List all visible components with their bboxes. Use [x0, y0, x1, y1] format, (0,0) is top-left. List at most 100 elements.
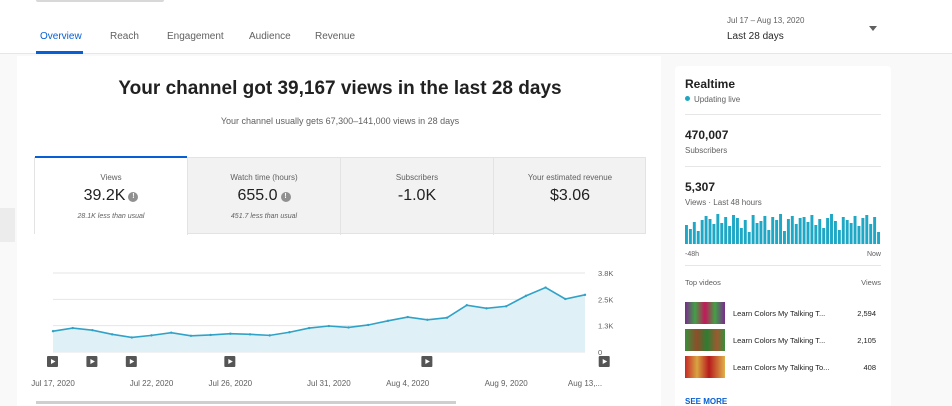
video-thumbnail[interactable] [685, 329, 725, 351]
data-point [91, 328, 94, 332]
x-tick-label: Jul 17, 2020 [31, 379, 75, 388]
axis-end-label: Now [866, 251, 881, 258]
realtime-bar[interactable] [783, 231, 786, 244]
realtime-bar[interactable] [873, 217, 877, 244]
see-more-link[interactable]: SEE MORE [685, 397, 727, 406]
x-tick-label: Aug 13,... [568, 379, 602, 388]
data-point [189, 334, 193, 337]
realtime-bar[interactable] [696, 231, 700, 244]
realtime-bar[interactable] [798, 218, 802, 244]
data-point [170, 331, 173, 334]
top-videos-label: Top videos [685, 278, 721, 287]
data-point [445, 316, 449, 319]
realtime-bar[interactable] [771, 217, 775, 244]
realtime-bar[interactable] [853, 216, 857, 244]
views-chart[interactable]: 3.8K 2.5K 1.3K 0 Jul 17, 2020 Jul 22, 2020 Jul… [0, 0, 640, 406]
top-video-row[interactable]: Learn Colors My Talking To... 408 [685, 356, 881, 378]
realtime-bar[interactable] [841, 217, 845, 244]
realtime-bar[interactable] [708, 219, 712, 244]
realtime-bar[interactable] [716, 214, 720, 244]
x-tick-label: Jul 22, 2020 [130, 379, 174, 388]
data-point [386, 319, 390, 323]
realtime-card: Realtime Updating live 470,007 Subscribe… [675, 66, 891, 406]
realtime-bar[interactable] [700, 220, 704, 244]
realtime-bar[interactable] [775, 220, 779, 244]
realtime-bar[interactable] [845, 220, 849, 244]
top-video-row[interactable]: Learn Colors My Talking T... 2,105 [685, 329, 881, 351]
realtime-bar[interactable] [826, 218, 830, 244]
realtime-bar[interactable] [818, 219, 822, 244]
realtime-bar[interactable] [743, 220, 747, 244]
realtime-bar[interactable] [837, 230, 841, 244]
realtime-bar[interactable] [814, 225, 818, 244]
data-point [406, 315, 409, 319]
live-dot-icon [685, 96, 690, 101]
realtime-bar[interactable] [830, 214, 833, 244]
data-point [583, 293, 587, 297]
video-thumbnail[interactable] [685, 302, 725, 324]
realtime-bar[interactable] [724, 217, 728, 244]
realtime-bar[interactable] [692, 222, 696, 244]
realtime-bar[interactable] [790, 216, 794, 244]
realtime-bar[interactable] [688, 229, 692, 244]
realtime-bar[interactable] [786, 219, 790, 244]
data-point [465, 304, 468, 307]
data-point [110, 333, 114, 336]
realtime-bar[interactable] [735, 218, 739, 244]
realtime-bar[interactable] [857, 226, 861, 244]
realtime-bar[interactable] [732, 215, 735, 244]
realtime-bar[interactable] [704, 216, 708, 244]
realtime-bar[interactable] [865, 215, 869, 244]
video-thumbnail[interactable] [685, 356, 725, 378]
realtime-bar[interactable] [794, 224, 798, 244]
x-tick-label: Jul 26, 2020 [209, 379, 253, 388]
realtime-bar[interactable] [728, 226, 732, 244]
data-point [229, 332, 232, 335]
subscriber-count: 470,007 [685, 128, 729, 142]
realtime-views-count: 5,307 [685, 180, 716, 194]
video-title[interactable]: Learn Colors My Talking To... [733, 363, 829, 372]
realtime-bar[interactable] [833, 221, 837, 244]
divider [685, 265, 881, 266]
data-point [504, 305, 508, 308]
chevron-down-icon[interactable] [869, 26, 877, 31]
realtime-bar[interactable] [739, 228, 743, 244]
realtime-bar[interactable] [767, 230, 771, 244]
realtime-bar[interactable] [877, 232, 881, 244]
realtime-bar[interactable] [849, 223, 853, 244]
realtime-bar-chart[interactable] [685, 214, 881, 244]
realtime-bar[interactable] [779, 214, 783, 244]
top-video-row[interactable]: Learn Colors My Talking T... 2,594 [685, 302, 881, 324]
realtime-bar[interactable] [810, 215, 814, 244]
realtime-bar[interactable] [755, 223, 759, 244]
realtime-bar[interactable] [712, 224, 716, 244]
data-point [347, 326, 350, 329]
data-point [209, 333, 212, 337]
data-point [367, 323, 370, 327]
realtime-bar[interactable] [759, 221, 763, 244]
data-point [71, 326, 74, 330]
realtime-bar[interactable] [822, 228, 826, 244]
video-views: 408 [863, 363, 876, 372]
video-title[interactable]: Learn Colors My Talking T... [733, 336, 825, 345]
date-picker-label[interactable]: Last 28 days [727, 31, 784, 42]
date-range-text[interactable]: Jul 17 – Aug 13, 2020 [727, 16, 804, 25]
video-title[interactable]: Learn Colors My Talking T... [733, 309, 825, 318]
realtime-bar[interactable] [685, 225, 688, 244]
realtime-bar[interactable] [802, 217, 806, 244]
data-point [524, 294, 528, 298]
subscriber-label: Subscribers [685, 146, 728, 155]
data-point [426, 318, 429, 321]
x-tick-label: Jul 31, 2020 [307, 379, 351, 388]
realtime-bar[interactable] [720, 223, 724, 244]
realtime-bar[interactable] [747, 232, 751, 244]
realtime-bar[interactable] [751, 215, 755, 244]
realtime-bar[interactable] [861, 218, 865, 244]
data-point [544, 286, 547, 289]
data-point [327, 324, 331, 328]
realtime-bar[interactable] [763, 216, 767, 244]
realtime-bar[interactable] [869, 224, 873, 244]
cut-off-content [36, 401, 456, 404]
realtime-bar[interactable] [806, 222, 810, 244]
divider [685, 114, 881, 115]
